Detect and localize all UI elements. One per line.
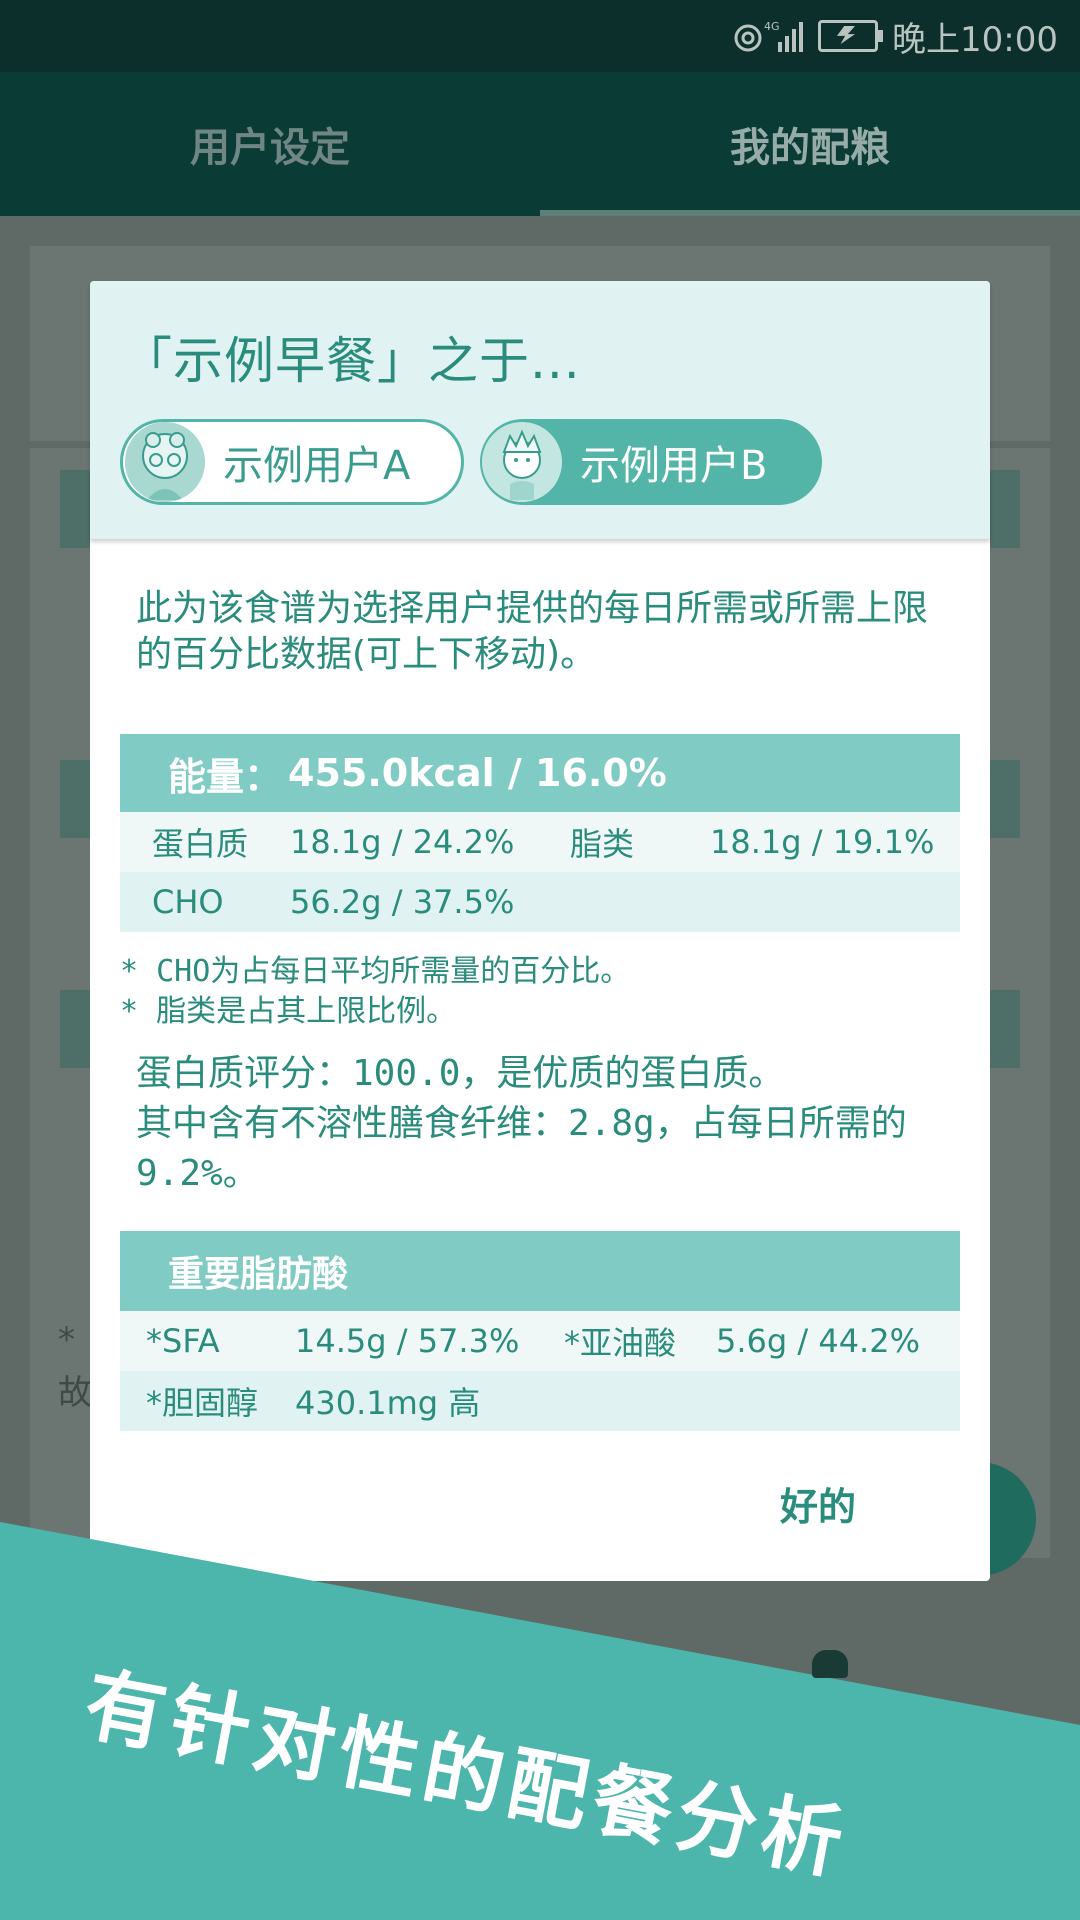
energy-label: 能量： xyxy=(168,754,283,799)
nutrient-name: 蛋白质 xyxy=(152,825,249,863)
user-chip-b-label: 示例用户B xyxy=(580,443,768,489)
fatty-acids-title: 重要脂肪酸 xyxy=(168,1254,349,1295)
status-bar: 4G 晚上10:00 xyxy=(0,0,1080,72)
table-row: *SFA 14.5g / 57.3% *亚油酸 5.6g / 44.2% xyxy=(120,1311,960,1371)
dialog-intro-text: 此为该食谱为选择用户提供的每日所需或所需上限的百分比数据(可上下移动)。 xyxy=(136,588,929,675)
nutrient-value: 18.1g / 19.1% xyxy=(710,823,935,861)
fatty-acid-name: *胆固醇 xyxy=(146,1384,259,1422)
tab-indicator xyxy=(540,210,1080,216)
protein-score-text: 蛋白质评分：100.0，是优质的蛋白质。 xyxy=(136,1053,785,1094)
ok-button[interactable]: 好的 xyxy=(780,1476,856,1531)
table-row: 蛋白质 18.1g / 24.2% 脂类 18.1g / 19.1% xyxy=(120,812,960,872)
dialog-title: 「示例早餐」之于... xyxy=(122,332,581,390)
fatty-acid-value: 5.6g / 44.2% xyxy=(716,1322,920,1360)
footnote: * 脂类是占其上限比例。 xyxy=(120,994,457,1029)
nutrient-value: 18.1g / 24.2% xyxy=(290,823,515,861)
table-row: CHO 56.2g / 37.5% xyxy=(120,872,960,932)
protein-summary: 蛋白质评分：100.0，是优质的蛋白质。 其中含有不溶性膳食纤维：2.8g，占每… xyxy=(136,1049,966,1199)
tab-user-settings[interactable]: 用户设定 xyxy=(0,72,540,216)
fatty-acid-value: 14.5g / 57.3% xyxy=(295,1322,520,1360)
nutrient-value: 56.2g / 37.5% xyxy=(290,883,515,921)
user-chip-a[interactable]: 示例用户A xyxy=(120,419,464,505)
table-row: *胆固醇 430.1mg 高 xyxy=(120,1371,960,1431)
avatar-icon xyxy=(812,1650,848,1678)
analysis-dialog: 「示例早餐」之于... 示例用户A 示例用户B 此为该食谱为选择用户提供的每日所… xyxy=(90,281,990,1581)
user-chip-b[interactable]: 示例用户B xyxy=(480,419,822,505)
background-note: * xyxy=(58,1320,75,1360)
user-chip-a-label: 示例用户A xyxy=(223,443,411,489)
battery-charging-icon xyxy=(818,20,884,52)
fatty-acid-name: *SFA xyxy=(146,1322,220,1360)
fatty-acid-name: *亚油酸 xyxy=(564,1324,677,1362)
nutrient-name: 脂类 xyxy=(570,825,635,863)
boy-avatar-icon xyxy=(482,422,562,502)
tab-my-meals[interactable]: 我的配粮 xyxy=(540,72,1080,216)
dialog-header: 「示例早餐」之于... 示例用户A 示例用户B xyxy=(90,281,990,539)
nutrient-name: CHO xyxy=(152,883,224,921)
wifi-signal-icon: 4G xyxy=(734,20,804,52)
grandma-avatar-icon xyxy=(125,422,205,502)
energy-header: 能量： 455.0kcal / 16.0% xyxy=(120,734,960,812)
fatty-acid-value: 430.1mg 高 xyxy=(295,1384,481,1422)
svg-text:4G: 4G xyxy=(764,20,780,33)
status-time: 晚上10:00 xyxy=(892,19,1058,60)
fatty-acids-header: 重要脂肪酸 xyxy=(120,1231,960,1311)
footnote: * CHO为占每日平均所需量的百分比。 xyxy=(120,954,631,989)
fiber-text: 其中含有不溶性膳食纤维：2.8g，占每日所需的9.2%。 xyxy=(136,1103,907,1194)
energy-value: 455.0kcal / 16.0% xyxy=(288,751,667,795)
background-note: 故 xyxy=(58,1373,92,1413)
